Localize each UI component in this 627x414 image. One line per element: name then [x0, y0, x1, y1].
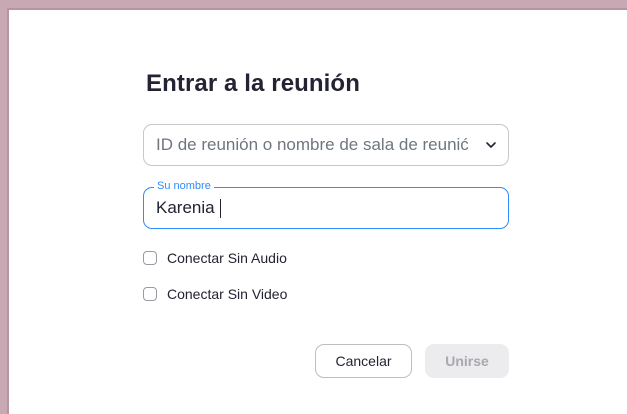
join-meeting-dialog: Entrar a la reunión ID de reunión o nomb…: [9, 10, 627, 414]
no-video-option[interactable]: Conectar Sin Video: [143, 286, 287, 302]
meeting-id-combobox[interactable]: ID de reunión o nombre de sala de reunić: [143, 124, 509, 166]
no-audio-label: Conectar Sin Audio: [167, 250, 287, 266]
cancel-button[interactable]: Cancelar: [315, 344, 412, 378]
name-field-value: Karenia: [156, 198, 215, 217]
no-audio-checkbox[interactable]: [143, 251, 157, 265]
window-frame: Entrar a la reunión ID de reunión o nomb…: [7, 8, 627, 414]
name-input[interactable]: Su nombre Karenia: [143, 180, 509, 229]
name-field-value-wrap: Karenia: [156, 198, 222, 218]
no-video-label: Conectar Sin Video: [167, 286, 288, 302]
meeting-id-placeholder: ID de reunión o nombre de sala de reunić: [156, 135, 469, 154]
dialog-title: Entrar a la reunión: [146, 70, 360, 97]
name-field-label: Su nombre: [154, 180, 214, 193]
no-audio-option[interactable]: Conectar Sin Audio: [143, 250, 287, 266]
chevron-down-icon[interactable]: [484, 135, 498, 155]
join-button[interactable]: Unirse: [425, 344, 509, 378]
text-cursor: [219, 198, 222, 218]
no-video-checkbox[interactable]: [143, 287, 157, 301]
